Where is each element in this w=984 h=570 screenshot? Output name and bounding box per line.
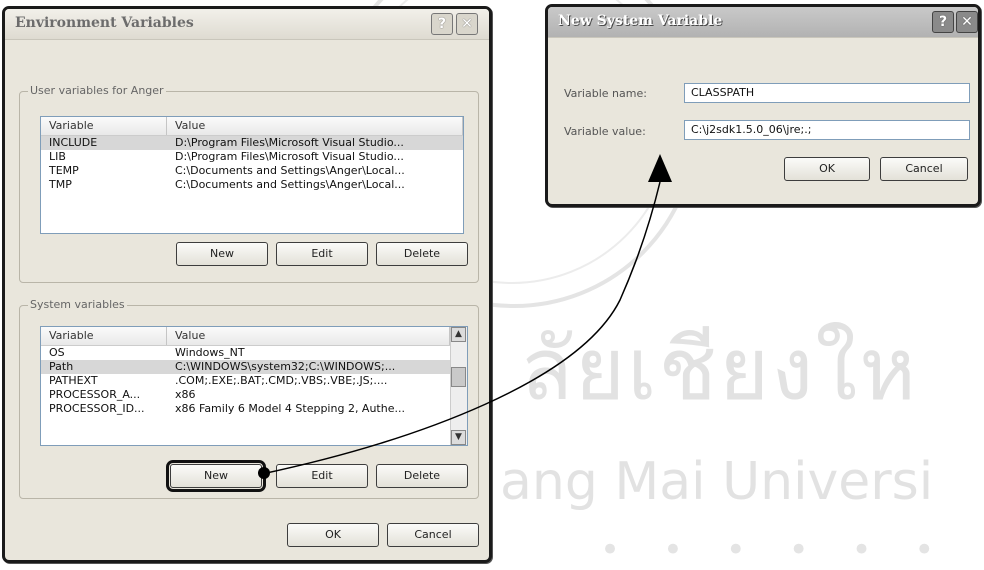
arrow-origin-dot [258, 467, 270, 479]
curved-arrow-line [261, 181, 661, 475]
arrow-head-icon [648, 154, 672, 182]
annotation-arrows [258, 154, 672, 479]
